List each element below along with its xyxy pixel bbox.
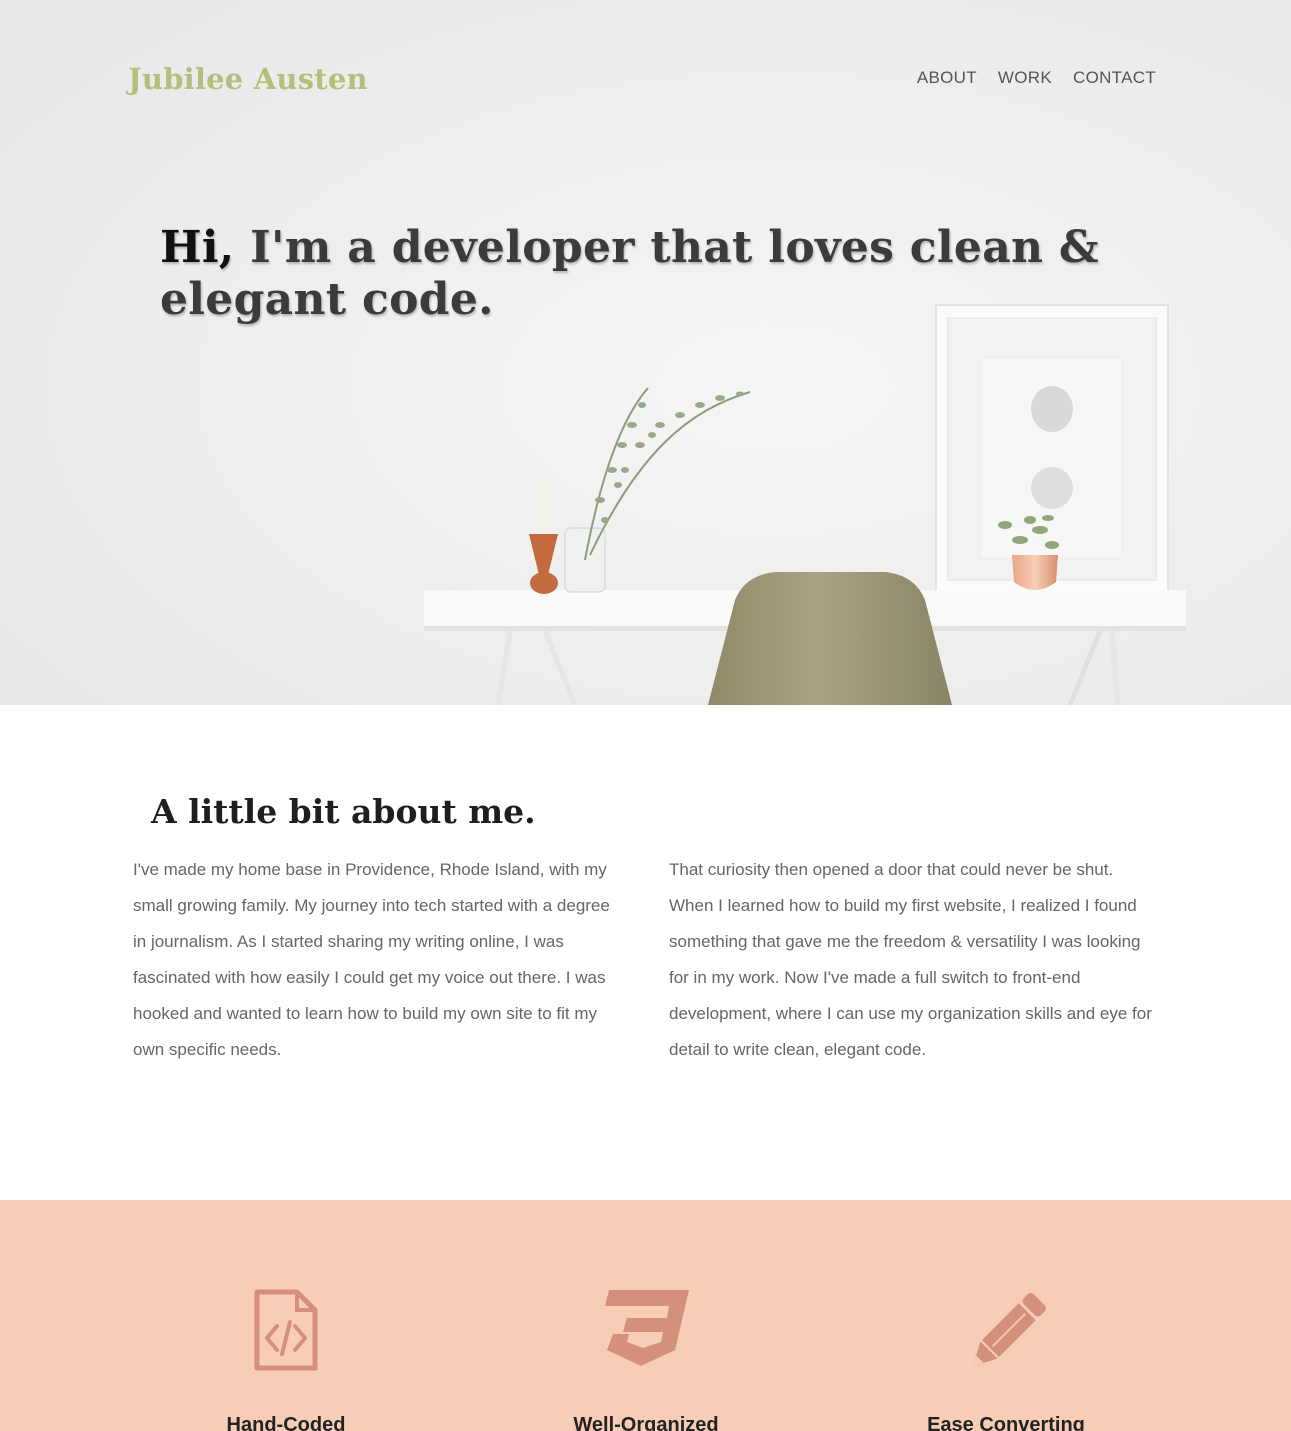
feature-label: Hand-Coded (226, 1414, 346, 1431)
nav-link-work[interactable]: WORK (998, 68, 1052, 88)
hero-section: Jubilee Austen ABOUT WORK CONTACT Hi, I'… (0, 0, 1291, 705)
nav-link-contact[interactable]: CONTACT (1073, 68, 1156, 88)
about-paragraph-right: That curiosity then opened a door that c… (669, 860, 1152, 1059)
css3-icon (605, 1290, 689, 1366)
hero-greeting: Hi, (160, 222, 235, 273)
hero-background-image (0, 0, 1291, 705)
hero-headline-text: I'm a developer that loves clean & elega… (160, 222, 1099, 325)
pencil-icon (972, 1292, 1047, 1367)
hero-headline: Hi, I'm a developer that loves clean & e… (160, 222, 1120, 326)
about-paragraph-left: I've made my home base in Providence, Rh… (133, 860, 610, 1059)
feature-hand-coded: Hand-Coded (136, 1200, 436, 1431)
site-logo[interactable]: Jubilee Austen (128, 62, 368, 96)
feature-well-organized: Well-Organized (496, 1200, 796, 1431)
feature-label: Well-Organized (573, 1414, 719, 1431)
feature-ease-converting: Ease Converting (856, 1200, 1156, 1431)
features-section: Hand-Coded Well-Organized Ease Convertin… (0, 1200, 1291, 1431)
feature-label: Ease Converting (927, 1414, 1085, 1431)
nav-link-about[interactable]: ABOUT (917, 68, 977, 88)
main-nav: ABOUT WORK CONTACT (917, 68, 1156, 88)
about-title: A little bit about me. (151, 792, 536, 831)
code-file-icon (254, 1289, 318, 1371)
